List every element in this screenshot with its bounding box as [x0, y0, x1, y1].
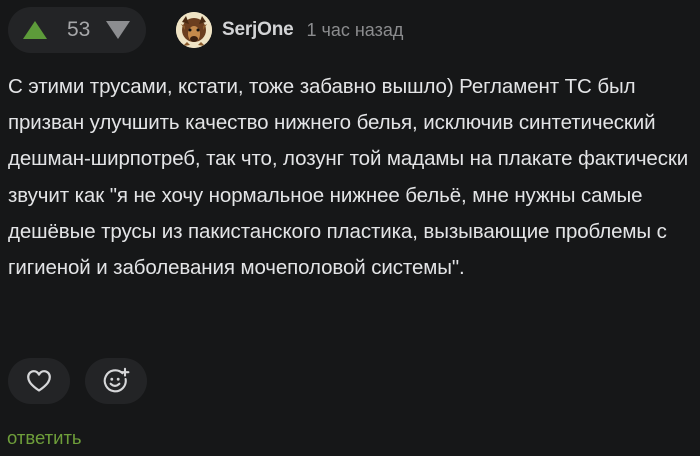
- add-reaction-button[interactable]: [85, 358, 147, 404]
- reply-link[interactable]: ответить: [7, 427, 82, 449]
- comment-actions: [8, 358, 162, 404]
- rating-count: 53: [67, 18, 91, 41]
- arrow-down-icon: [106, 21, 130, 39]
- downvote-button[interactable]: [103, 16, 133, 44]
- rating-widget: 53: [8, 7, 146, 53]
- upvote-button[interactable]: [21, 16, 49, 44]
- add-emoji-icon: [103, 367, 130, 393]
- like-button[interactable]: [8, 358, 70, 404]
- author-name[interactable]: SerjOne: [222, 19, 294, 41]
- comment-time[interactable]: 1 час назад: [306, 20, 403, 41]
- comment-header: 53 SerjOne 1 час назад: [8, 6, 700, 54]
- avatar[interactable]: [176, 12, 212, 48]
- comment-card: 53 SerjOne 1 час назад С этими трусами, …: [0, 0, 700, 456]
- comment-text: С этими трусами, кстати, тоже забавно вы…: [8, 75, 689, 280]
- arrow-up-icon: [23, 21, 47, 39]
- avatar-image: [176, 12, 212, 48]
- heart-icon: [27, 370, 51, 392]
